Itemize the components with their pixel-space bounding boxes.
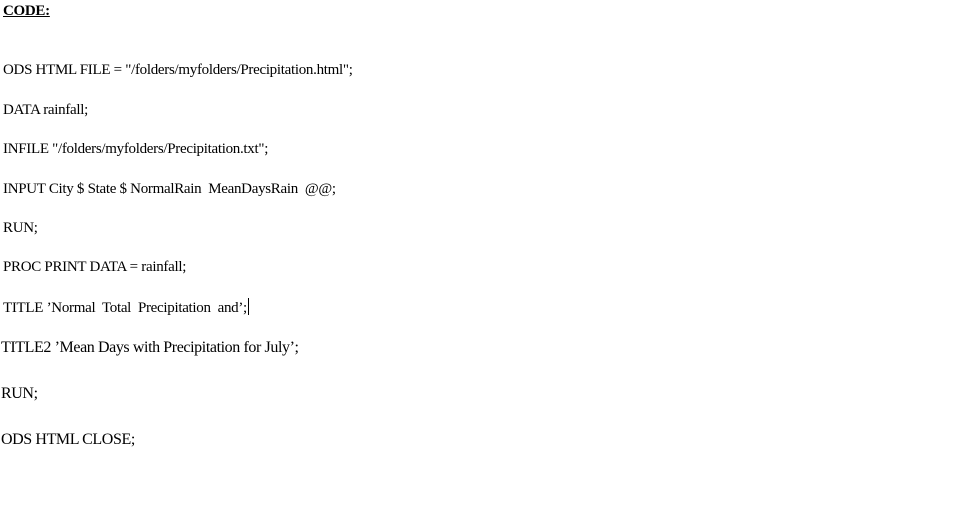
code-line-run-1: RUN; bbox=[3, 220, 38, 236]
code-line-infile: INFILE "/folders/myfolders/Precipitation… bbox=[3, 141, 269, 157]
code-line-ods-close: ODS HTML CLOSE; bbox=[1, 431, 135, 448]
code-heading: CODE: bbox=[3, 3, 50, 19]
document-page[interactable]: CODE: ODS HTML FILE = "/folders/myfolder… bbox=[0, 0, 961, 526]
code-line-input: INPUT City $ State $ NormalRain MeanDays… bbox=[3, 181, 336, 197]
code-line-ods-file: ODS HTML FILE = "/folders/myfolders/Prec… bbox=[3, 62, 353, 78]
code-line-data: DATA rainfall; bbox=[3, 102, 88, 118]
text-cursor bbox=[247, 298, 249, 315]
code-line-run-2: RUN; bbox=[1, 385, 38, 402]
code-line-title2: TITLE2 ’Mean Days with Precipitation for… bbox=[1, 339, 299, 356]
code-line-title-text: TITLE ’Normal Total Precipitation and’; bbox=[3, 300, 247, 316]
code-line-title: TITLE ’Normal Total Precipitation and’; bbox=[3, 298, 249, 317]
code-line-proc-print: PROC PRINT DATA = rainfall; bbox=[3, 259, 187, 275]
